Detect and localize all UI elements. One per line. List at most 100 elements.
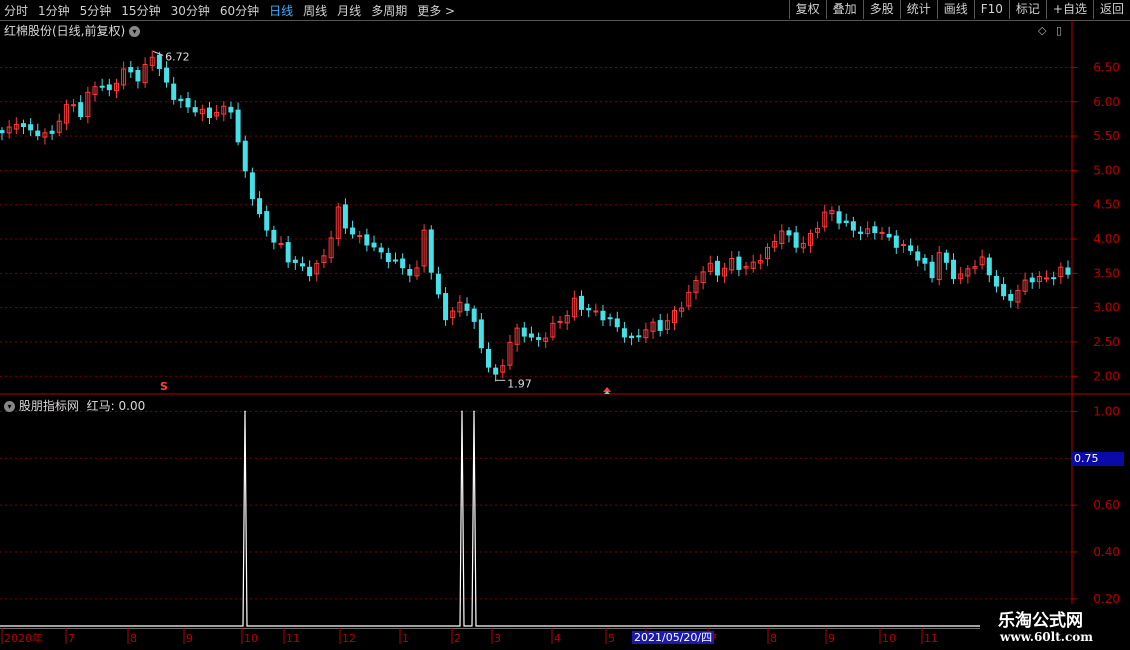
candle-body-127 <box>908 245 914 252</box>
panel-toggle-icon[interactable]: ▯ <box>1056 24 1062 37</box>
toolbar-action-7[interactable]: +自选 <box>1045 0 1093 19</box>
candle-body-52 <box>371 242 377 248</box>
period-tab-7[interactable]: 周线 <box>303 2 327 19</box>
price-tick-label-6: 5.00 <box>1093 163 1120 177</box>
toolbar-action-8[interactable]: 返回 <box>1092 0 1130 19</box>
candle-body-69 <box>493 367 499 375</box>
watermark: 乐淘公式网 www.60lt.com <box>980 604 1130 650</box>
period-tab-0[interactable]: 分时 <box>4 2 28 19</box>
period-tab-6[interactable]: 日线 <box>269 2 293 19</box>
candle-body-119 <box>850 221 856 231</box>
toolbar-action-3[interactable]: 统计 <box>899 0 937 19</box>
price-panel-title: 红棉股份(日线,前复权) ▾ <box>4 22 141 39</box>
candle-body-42 <box>299 263 305 267</box>
candle-body-50 <box>357 235 363 238</box>
candle-body-87 <box>621 328 627 338</box>
candle-body-141 <box>1008 294 1014 301</box>
time-tick-label-1: 7 <box>68 632 75 645</box>
price-tick-label-0: 2.00 <box>1093 369 1120 383</box>
candle-body-74 <box>528 333 534 338</box>
price-tick-label-1: 2.50 <box>1093 335 1120 349</box>
indicator-grid <box>0 410 1072 600</box>
candle-body-130 <box>929 261 935 279</box>
candle-body-61 <box>435 273 441 295</box>
candle-body-62 <box>443 293 449 321</box>
period-tab-9[interactable]: 多周期 <box>371 2 407 19</box>
candle-body-122 <box>872 226 878 234</box>
candle-body-39 <box>278 243 284 246</box>
candle-body-7 <box>49 130 55 134</box>
candle-body-49 <box>350 227 356 235</box>
candle-body-5 <box>35 130 41 137</box>
price-tick-label-5: 4.50 <box>1093 198 1120 212</box>
toolbar-action-6[interactable]: 标记 <box>1008 0 1046 19</box>
candle-body-23 <box>164 67 170 83</box>
toolbar-action-1[interactable]: 叠加 <box>825 0 863 19</box>
candle-body-54 <box>385 252 391 263</box>
date-cursor-label: 2021/05/20/四 <box>632 631 715 644</box>
candle-body-124 <box>886 233 892 238</box>
period-tab-10[interactable]: 更多 > <box>417 2 455 19</box>
time-tick-label-3: 9 <box>186 632 193 645</box>
price-tick-label-2: 3.00 <box>1093 301 1120 315</box>
candle-body-35 <box>249 172 255 200</box>
toolbar-action-4[interactable]: 画线 <box>936 0 974 19</box>
sell-marker: S <box>160 380 168 393</box>
period-tab-2[interactable]: 5分钟 <box>80 2 112 19</box>
candle-body-14 <box>99 85 105 88</box>
indicator-series-label: 红马: 0.00 <box>86 399 146 413</box>
toolbar-action-2[interactable]: 多股 <box>862 0 900 19</box>
dropdown-icon[interactable]: ▾ <box>129 26 141 37</box>
candle-body-37 <box>264 211 270 231</box>
candle-body-117 <box>836 211 842 224</box>
price-title: 红棉股份(日线,前复权) <box>4 24 126 38</box>
candle-body-140 <box>1001 284 1007 297</box>
candle-body-32 <box>228 106 234 113</box>
candle-body-75 <box>536 337 542 340</box>
time-tick-label-16: 10 <box>882 632 896 645</box>
time-tick-label-15: 9 <box>828 632 835 645</box>
indicator-y-axis: 0.200.400.600.801.00 <box>1071 395 1120 628</box>
candle-body-22 <box>156 54 162 69</box>
ind-tick-label-2: 0.60 <box>1093 498 1120 512</box>
period-tab-1[interactable]: 1分钟 <box>38 2 70 19</box>
candle-body-41 <box>292 259 298 263</box>
candle-body-149 <box>1065 267 1071 275</box>
diamond-icon[interactable]: ◇ <box>1038 24 1046 37</box>
period-tab-8[interactable]: 月线 <box>337 2 361 19</box>
price-chart[interactable]: 6.72 1.97 S 2.00 2.50 3.00 3.50 4.00 4.50 5.00 5.… <box>0 20 1130 395</box>
time-tick-label-5: 11 <box>286 632 300 645</box>
candle-body-25 <box>178 98 184 102</box>
toolbar-action-5[interactable]: F10 <box>973 0 1009 19</box>
dropdown-icon[interactable]: ▾ <box>4 401 15 412</box>
candle-body-83 <box>593 310 599 313</box>
period-tab-3[interactable]: 15分钟 <box>121 2 160 19</box>
candle-body-68 <box>485 348 491 368</box>
candle-body-18 <box>128 67 134 73</box>
candle-body-78 <box>557 320 563 323</box>
period-tab-5[interactable]: 60分钟 <box>220 2 259 19</box>
toolbar-action-0[interactable]: 复权 <box>788 0 826 19</box>
candle-body-146 <box>1044 277 1050 280</box>
watermark-title: 乐淘公式网 <box>998 611 1083 631</box>
indicator-chart[interactable]: 0.200.400.600.801.00 <box>0 395 1130 628</box>
candle-body-65 <box>464 303 470 311</box>
price-y-axis <box>0 20 1130 395</box>
candle-body-60 <box>428 229 434 273</box>
candle-body-100 <box>714 260 720 276</box>
time-tick-label-14: 8 <box>770 632 777 645</box>
candle-body-133 <box>951 259 957 280</box>
time-tick-label-11: 5 <box>608 632 615 645</box>
candle-body-0 <box>0 130 5 134</box>
period-tab-4[interactable]: 30分钟 <box>171 2 210 19</box>
candle-body-26 <box>185 98 191 108</box>
period-selector: 分时 1分钟 5分钟 15分钟 30分钟 60分钟 日线 周线 月线 多周期 更多 > <box>4 2 455 19</box>
candle-body-51 <box>364 234 370 246</box>
candle-body-27 <box>192 107 198 113</box>
time-tick-label-4: 10 <box>244 632 258 645</box>
candle-body-73 <box>521 327 527 337</box>
candle-body-129 <box>922 257 928 264</box>
price-axis-text: 2.00 2.50 3.00 3.50 4.00 4.50 5.00 5.50 6.00 6.50 <box>1093 60 1120 383</box>
candle-body-11 <box>78 102 84 118</box>
candle-body-38 <box>271 229 277 243</box>
